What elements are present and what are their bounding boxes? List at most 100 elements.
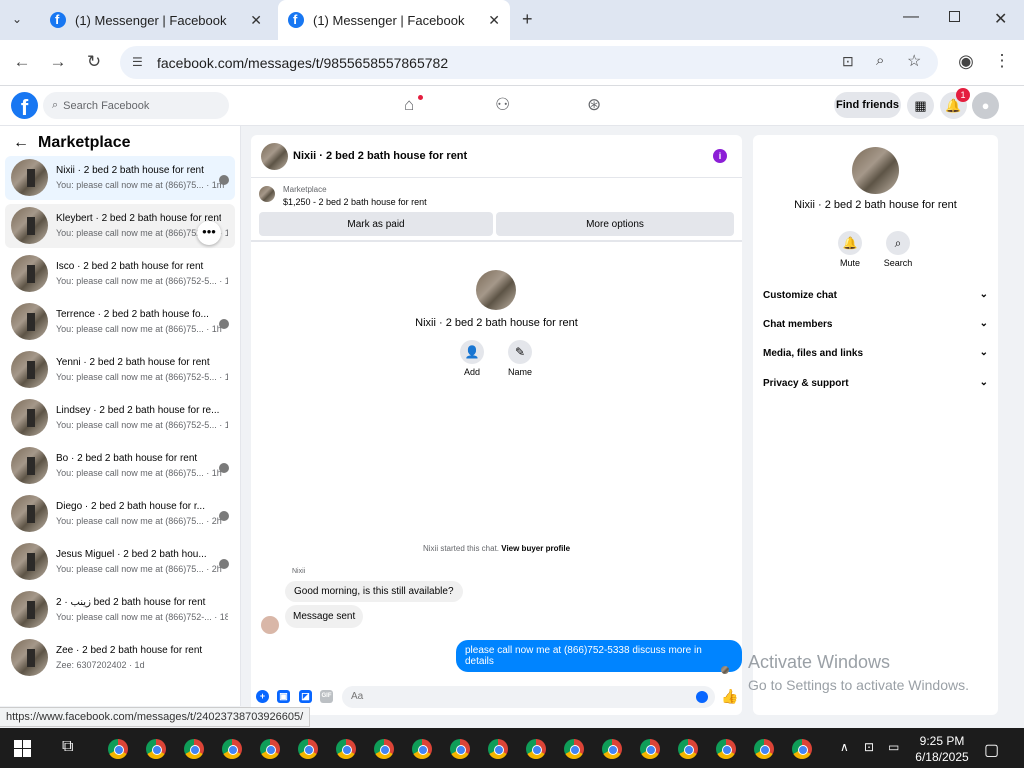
message-input[interactable] — [342, 686, 715, 708]
camera-icon[interactable]: ⊡ — [864, 740, 874, 754]
facebook-logo-icon[interactable]: f — [11, 92, 38, 120]
restore-icon[interactable] — [949, 11, 960, 22]
gif-icon[interactable]: GIF — [320, 690, 333, 703]
marketplace-sidebar: ← Marketplace Nixii · 2 bed 2 bath house… — [0, 126, 241, 706]
chrome-taskbar-icon[interactable] — [108, 739, 128, 759]
chrome-taskbar-icon[interactable] — [754, 739, 774, 759]
notification-center-icon[interactable]: ▢ — [984, 740, 999, 760]
reload-icon[interactable]: ↻ — [82, 52, 106, 72]
outgoing-message[interactable]: please call now me at (866)752-5338 disc… — [456, 640, 742, 672]
minimize-icon[interactable]: — — [903, 8, 919, 26]
chrome-taskbar-icon[interactable] — [260, 739, 280, 759]
chat-members-row[interactable]: Chat members ⌄ — [763, 318, 988, 330]
listing-price[interactable]: $1,250 - 2 bed 2 bath house for rent — [283, 197, 427, 207]
incoming-message[interactable]: Good morning, is this still available? — [285, 581, 463, 602]
network-icon[interactable]: ▭ — [888, 740, 899, 754]
conversation-item[interactable]: Jesus Miguel · 2 bed 2 bath hou... You: p… — [5, 540, 235, 584]
edit-name-icon[interactable]: ✎ — [508, 340, 532, 364]
address-bar[interactable]: ☰ facebook.com/messages/t/98556585578657… — [120, 46, 938, 79]
sticker-icon[interactable]: ◪ — [299, 690, 312, 703]
conversation-item[interactable]: زينب · 2 bed 2 bath house for rent You: p… — [5, 588, 235, 632]
profile-avatar[interactable] — [476, 270, 516, 310]
chrome-taskbar-icon[interactable] — [678, 739, 698, 759]
chrome-taskbar-icon[interactable] — [640, 739, 660, 759]
chrome-taskbar-icon[interactable] — [450, 739, 470, 759]
facebook-search-input[interactable]: ⌕ Search Facebook — [43, 92, 229, 119]
new-tab-icon[interactable]: + — [522, 9, 533, 30]
conversation-item[interactable]: Diego · 2 bed 2 bath house for r... You: … — [5, 492, 235, 536]
chat-title[interactable]: Nixii · 2 bed 2 bath house for rent — [293, 150, 467, 162]
more-options-icon[interactable]: ••• — [197, 221, 221, 245]
chrome-taskbar-icon[interactable] — [564, 739, 584, 759]
close-tab-icon[interactable]: ✕ — [488, 12, 500, 29]
forward-icon[interactable]: → — [46, 52, 70, 72]
seen-avatar — [219, 319, 229, 329]
zoom-icon[interactable]: ⌕ — [876, 52, 884, 69]
sender-avatar[interactable] — [261, 616, 279, 634]
browser-tab-2[interactable]: (1) Messenger | Facebook ✕ — [278, 0, 510, 40]
install-app-icon[interactable]: ⊡ — [842, 53, 854, 70]
chrome-taskbar-icon[interactable] — [716, 739, 736, 759]
search-icon[interactable]: ⌕ — [886, 231, 910, 255]
photo-icon[interactable]: ▣ — [277, 690, 290, 703]
conversation-item[interactable]: Zee · 2 bed 2 bath house for rent Zee: 63… — [5, 636, 235, 680]
chrome-taskbar-icon[interactable] — [374, 739, 394, 759]
friends-icon[interactable]: ⚇ — [495, 95, 510, 115]
menu-dots-icon[interactable]: ⋮ — [990, 51, 1014, 71]
conversation-name: زينب · 2 bed 2 bath house for rent — [56, 597, 206, 608]
home-icon[interactable]: ⌂ — [404, 95, 414, 115]
close-tab-icon[interactable]: ✕ — [250, 12, 262, 29]
emoji-icon[interactable] — [696, 691, 708, 703]
incoming-message[interactable]: Message sent — [285, 605, 364, 628]
conversation-item[interactable]: Yenni · 2 bed 2 bath house for rent You: … — [5, 348, 235, 392]
bookmark-star-icon[interactable]: ☆ — [907, 51, 921, 71]
customize-chat-row[interactable]: Customize chat ⌄ — [763, 289, 988, 301]
browser-tab-1[interactable]: (1) Messenger | Facebook ✕ — [40, 0, 272, 40]
thumbs-up-icon[interactable]: 👍 — [721, 688, 738, 705]
listing-thumbnail[interactable] — [259, 186, 275, 202]
conversation-item[interactable]: Nixii · 2 bed 2 bath house for rent You: … — [5, 156, 235, 200]
chrome-taskbar-icon[interactable] — [412, 739, 432, 759]
conversation-item[interactable]: Kleybert · 2 bed 2 bath house for rent Yo… — [5, 204, 235, 248]
view-buyer-profile-link[interactable]: View buyer profile — [501, 544, 570, 553]
chat-avatar[interactable] — [261, 143, 288, 170]
plus-icon[interactable]: + — [256, 690, 269, 703]
chrome-taskbar-icon[interactable] — [336, 739, 356, 759]
menu-grid-icon[interactable]: ▦ — [907, 92, 934, 119]
profile-icon[interactable]: ◉ — [954, 51, 978, 72]
groups-icon[interactable]: ⊛ — [587, 95, 601, 115]
back-icon[interactable]: ← — [10, 52, 34, 72]
mark-as-paid-button[interactable]: Mark as paid — [259, 212, 493, 236]
mute-bell-icon[interactable]: 🔔 — [838, 231, 862, 255]
add-person-icon[interactable]: 👤 — [460, 340, 484, 364]
page-scrollbar[interactable] — [1010, 126, 1024, 728]
more-options-button[interactable]: More options — [496, 212, 734, 236]
close-window-icon[interactable]: ✕ — [994, 9, 1007, 29]
task-view-icon[interactable]: ⧉ — [62, 738, 73, 756]
chrome-taskbar-icon[interactable] — [222, 739, 242, 759]
account-avatar[interactable]: ● — [972, 92, 999, 119]
site-info-icon[interactable]: ☰ — [132, 55, 143, 69]
media-files-links-row[interactable]: Media, files and links ⌄ — [763, 347, 988, 359]
chrome-taskbar-icon[interactable] — [298, 739, 318, 759]
windows-start-icon[interactable] — [14, 740, 31, 757]
conversation-name: Jesus Miguel · 2 bed 2 bath hou... — [56, 549, 207, 560]
chrome-taskbar-icon[interactable] — [526, 739, 546, 759]
privacy-support-row[interactable]: Privacy & support ⌄ — [763, 377, 988, 389]
conversation-item[interactable]: Terrence · 2 bed 2 bath house fo... You: … — [5, 300, 235, 344]
chrome-taskbar-icon[interactable] — [184, 739, 204, 759]
info-icon[interactable]: i — [713, 149, 727, 163]
conversation-item[interactable]: Bo · 2 bed 2 bath house for rent You: ple… — [5, 444, 235, 488]
conversation-item[interactable]: Isco · 2 bed 2 bath house for rent You: p… — [5, 252, 235, 296]
find-friends-button[interactable]: Find friends — [834, 92, 901, 118]
conversation-item[interactable]: Lindsey · 2 bed 2 bath house for re... Yo… — [5, 396, 235, 440]
chrome-taskbar-icon[interactable] — [146, 739, 166, 759]
taskbar-clock[interactable]: 9:25 PM 6/18/2025 — [912, 733, 972, 765]
tab-search-icon[interactable]: ⌄ — [12, 12, 22, 26]
info-avatar[interactable] — [852, 147, 899, 194]
back-arrow-icon[interactable]: ← — [13, 134, 29, 152]
chrome-taskbar-icon[interactable] — [602, 739, 622, 759]
tray-overflow-icon[interactable]: ∧ — [840, 740, 849, 754]
chrome-taskbar-icon[interactable] — [792, 739, 812, 759]
chrome-taskbar-icon[interactable] — [488, 739, 508, 759]
